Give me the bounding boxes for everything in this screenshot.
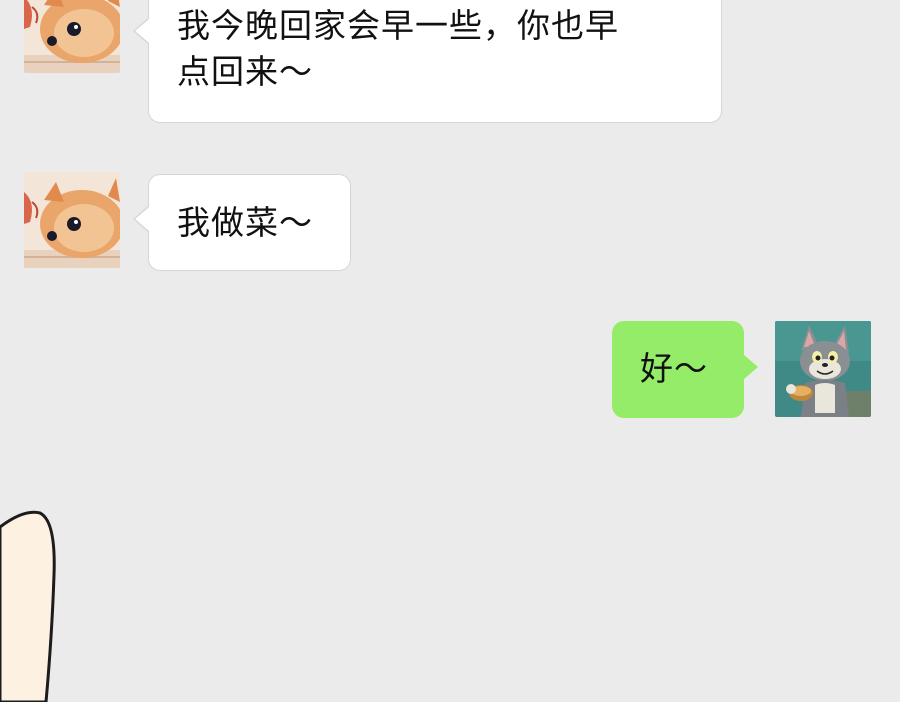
chat-area: 我今晚回家会早一些，你也早 点回来～ 我做菜～ 好～ <box>0 0 900 702</box>
finger-overlay-decoration <box>0 510 56 702</box>
message-text: 好～ <box>640 349 708 388</box>
contact-avatar[interactable] <box>24 172 120 268</box>
self-avatar[interactable] <box>775 321 871 417</box>
message-text-line: 我今晚回家会早一些，你也早 <box>177 6 619 45</box>
message-bubble[interactable]: 我今晚回家会早一些，你也早 点回来～ <box>133 0 722 123</box>
tom-cat-avatar-icon <box>775 321 871 417</box>
cat-avatar-icon <box>24 172 120 268</box>
message-bubble[interactable]: 我做菜～ <box>133 174 351 271</box>
cat-avatar-icon <box>24 0 120 73</box>
message-text: 我做菜～ <box>177 203 313 242</box>
message-text-line: 点回来～ <box>177 52 313 91</box>
message-bubble-self[interactable]: 好～ <box>612 321 758 418</box>
contact-avatar[interactable] <box>24 0 120 73</box>
